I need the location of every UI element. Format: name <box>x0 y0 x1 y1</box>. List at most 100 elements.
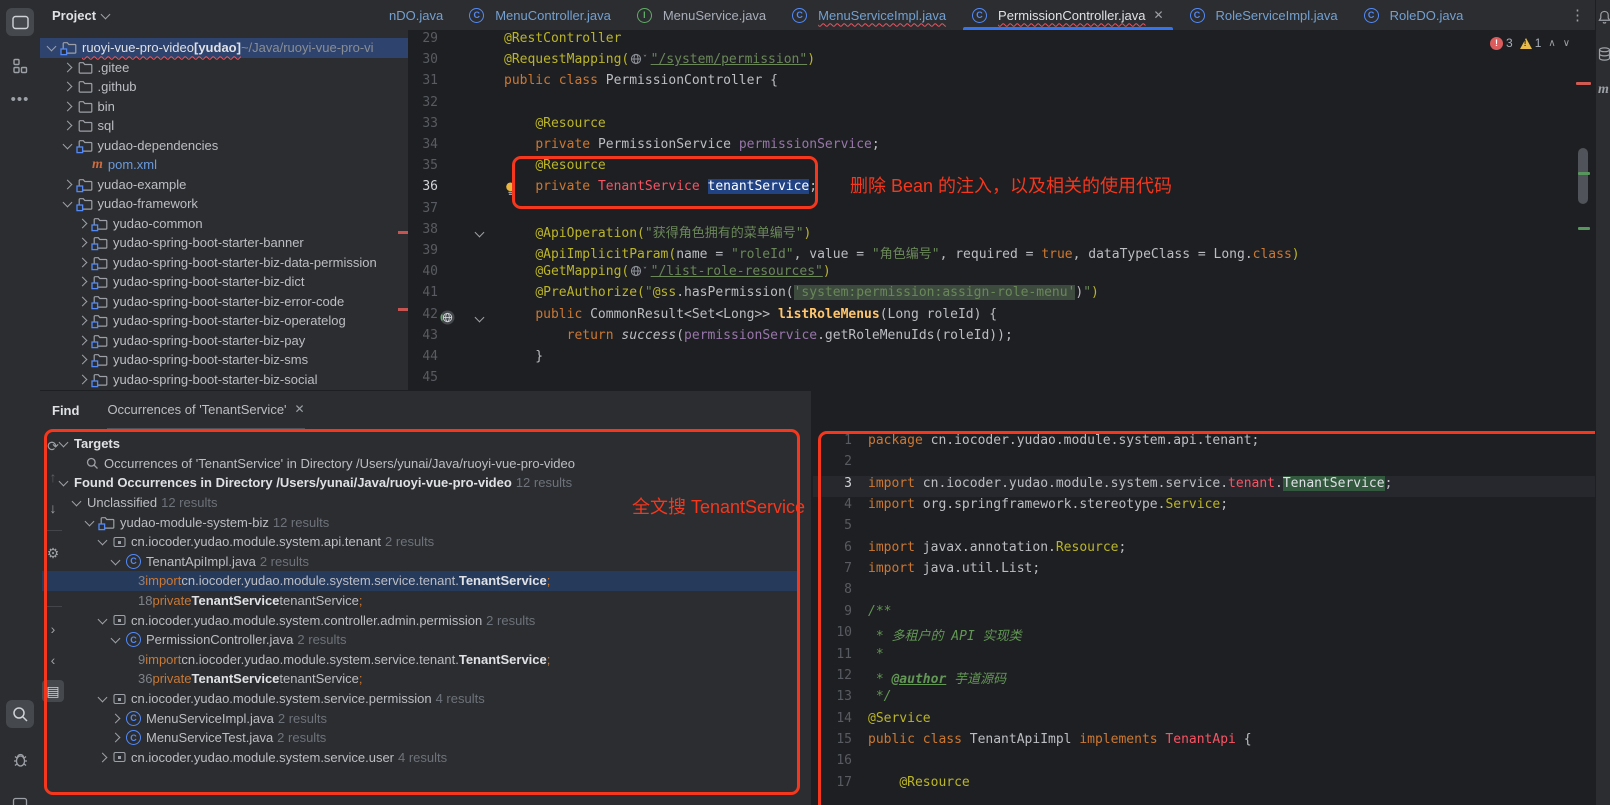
code-line[interactable]: 38 @ApiOperation("获得角色拥有的菜单编号") <box>408 222 1595 243</box>
fold-icon[interactable] <box>475 227 485 237</box>
line-number: 41 <box>408 285 438 300</box>
editor-tab[interactable]: CMenuServiceImpl.java <box>779 0 959 30</box>
chevron-right-icon[interactable] <box>78 238 88 248</box>
code-line[interactable]: 41 @PreAuthorize("@ss.hasPermission('sys… <box>408 285 1595 306</box>
chevron-right-icon[interactable] <box>62 62 72 72</box>
module-folder-icon <box>78 197 93 210</box>
structure-icon[interactable] <box>6 52 34 80</box>
annotation-note-editor: 删除 Bean 的注入，以及相关的使用代码 <box>850 172 1172 198</box>
code-line[interactable]: 45 <box>408 370 1595 391</box>
code-line[interactable]: 40 @GetMapping(ˇ"/list-role-resources") <box>408 264 1595 285</box>
editor-permissioncontroller[interactable]: 29@RestController30@RequestMapping(ˇ"/sy… <box>408 30 1595 391</box>
project-tree-item[interactable]: bin <box>40 97 408 117</box>
chevron-right-icon[interactable] <box>62 101 72 111</box>
project-tree-item[interactable]: .github <box>40 77 408 97</box>
project-tree-item[interactable]: yudao-spring-boot-starter-biz-data-permi… <box>40 253 408 273</box>
editor-tab[interactable]: CRoleDO.java <box>1351 0 1477 30</box>
scrollbar-thumb[interactable] <box>1578 148 1588 204</box>
inspections-widget[interactable]: !3 1 ∧ ∨ <box>1490 36 1570 50</box>
maven-icon[interactable]: m <box>1598 82 1609 98</box>
class-icon: C <box>1364 8 1379 23</box>
chevron-down-icon[interactable] <box>62 198 72 208</box>
project-tree-item[interactable]: yudao-common <box>40 214 408 234</box>
url-globe-inlay-icon[interactable]: ˇ <box>630 265 647 281</box>
tab-label: MenuController.java <box>495 8 611 23</box>
close-icon[interactable]: ✕ <box>1153 8 1163 22</box>
commit-icon[interactable] <box>6 790 34 805</box>
project-tree-item[interactable]: .gitee <box>40 58 408 78</box>
next-problem-icon[interactable]: ∨ <box>1563 38 1570 49</box>
tab-options-icon[interactable]: ⋮ <box>1560 6 1595 24</box>
editor-tab[interactable]: CRoleServiceImpl.java <box>1177 0 1351 30</box>
folder-icon <box>78 119 93 132</box>
project-tree-item[interactable]: yudao-spring-boot-starter-biz-pay <box>40 331 408 351</box>
chevron-down-icon[interactable] <box>47 42 57 52</box>
editor-tab[interactable]: CMenuController.java <box>456 0 624 30</box>
editor-tab[interactable]: IMenuService.java <box>624 0 779 30</box>
label: yudao-framework <box>98 196 198 211</box>
code-line[interactable]: 31public class PermissionController { <box>408 73 1595 94</box>
code-line[interactable]: 33 @Resource <box>408 116 1595 137</box>
chevron-right-icon[interactable] <box>78 316 88 326</box>
chevron-down-icon[interactable] <box>62 139 72 149</box>
interface-icon: I <box>637 8 652 23</box>
label: sql <box>98 118 115 133</box>
chevron-right-icon[interactable] <box>78 355 88 365</box>
database-icon[interactable] <box>1598 47 1610 65</box>
project-tree-item[interactable]: yudao-spring-boot-starter-biz-sms <box>40 350 408 370</box>
project-tree-item[interactable]: sql <box>40 116 408 136</box>
code-line[interactable]: 32 <box>408 95 1595 116</box>
endpoint-globe-icon[interactable] <box>440 310 455 329</box>
prev-problem-icon[interactable]: ∧ <box>1548 38 1555 49</box>
code-line[interactable]: 44 } <box>408 349 1595 370</box>
chevron-right-icon[interactable] <box>78 296 88 306</box>
label: yudao-spring-boot-starter-biz-sms <box>113 352 308 367</box>
label: ruoyi-vue-pro-video <box>82 40 194 55</box>
annotation-box-editor <box>512 156 818 209</box>
chevron-right-icon[interactable] <box>62 82 72 92</box>
editor-tab[interactable]: CPermissionController.java✕ <box>959 0 1176 30</box>
project-tree-item[interactable]: yudao-spring-boot-starter-biz-dict <box>40 272 408 292</box>
url-globe-inlay-icon[interactable]: ˇ <box>630 53 647 69</box>
code-line[interactable]: 29@RestController <box>408 31 1595 52</box>
code-line[interactable]: 43 return success(permissionService.getR… <box>408 328 1595 349</box>
notifications-icon[interactable] <box>1598 10 1610 27</box>
project-tree-item[interactable]: yudao-spring-boot-starter-biz-social <box>40 370 408 390</box>
project-icon[interactable] <box>6 8 34 36</box>
editor-tab[interactable]: nDO.java <box>376 0 456 30</box>
code-line[interactable]: 34 private PermissionService permissionS… <box>408 137 1595 158</box>
module-folder-icon <box>93 373 108 386</box>
module-folder-icon <box>93 314 108 327</box>
chevron-right-icon[interactable] <box>62 121 72 131</box>
line-number: 35 <box>408 158 438 173</box>
project-tree-item[interactable]: yudao-spring-boot-starter-banner <box>40 233 408 253</box>
code-line[interactable]: 42 public CommonResult<Set<Long>> listRo… <box>408 307 1595 328</box>
label: yudao-example <box>98 177 187 192</box>
bug-icon[interactable] <box>6 745 34 773</box>
chevron-right-icon[interactable] <box>78 374 88 384</box>
annotation-note-find: 全文搜 TenantService <box>632 493 805 519</box>
line-number: 33 <box>408 116 438 131</box>
code-line[interactable]: 30@RequestMapping(ˇ"/system/permission") <box>408 52 1595 73</box>
chevron-right-icon[interactable] <box>78 257 88 267</box>
project-tree-item[interactable]: yudao-spring-boot-starter-biz-error-code <box>40 292 408 312</box>
project-tree-item[interactable]: yudao-framework <box>40 194 408 214</box>
label: yudao-spring-boot-starter-biz-dict <box>113 274 304 289</box>
project-tree-item[interactable]: yudao-example <box>40 175 408 195</box>
chevron-right-icon[interactable] <box>78 218 88 228</box>
more-icon[interactable]: ••• <box>6 85 34 113</box>
chevron-right-icon[interactable] <box>62 179 72 189</box>
fold-icon[interactable] <box>475 312 485 322</box>
chevron-right-icon[interactable] <box>78 335 88 345</box>
code-line[interactable]: 39 @ApiImplicitParam(name = "roleId", va… <box>408 243 1595 264</box>
label: yudao-dependencies <box>98 138 219 153</box>
change-stripe-mark <box>1578 227 1590 230</box>
search-icon[interactable] <box>6 700 34 728</box>
project-tree-item[interactable]: yudao-dependencies <box>40 136 408 156</box>
module-folder-icon <box>93 217 108 230</box>
project-tree-item[interactable]: yudao-spring-boot-starter-biz-operatelog <box>40 311 408 331</box>
project-header[interactable]: Project <box>52 8 116 23</box>
project-tree-item[interactable]: ruoyi-vue-pro-video [yudao] ~/Java/ruoyi… <box>40 38 408 58</box>
project-tree-item[interactable]: mpom.xml <box>40 155 408 175</box>
chevron-right-icon[interactable] <box>78 277 88 287</box>
